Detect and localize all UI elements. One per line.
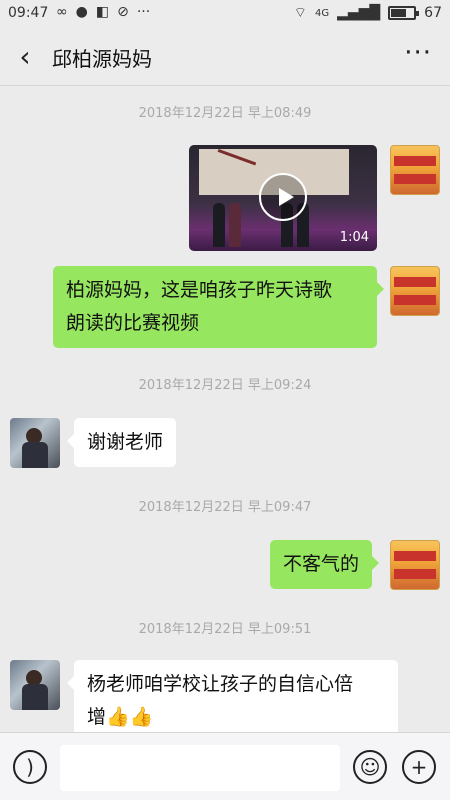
plus-icon[interactable]: + <box>402 750 436 784</box>
shield-app-icon: ◧ <box>95 4 110 20</box>
network-label: 4G <box>314 7 330 19</box>
message-bubble[interactable]: 不客气的 <box>270 540 380 589</box>
message-timestamp: 2018年12月22日 早上09:47 <box>138 500 312 515</box>
message-bubble[interactable]: 杨老师咱学校让孩子的自信心倍 增👍👍 <box>67 660 398 732</box>
emoji-icon[interactable]: ☺ <box>353 750 387 784</box>
status-bar: 09:47 ∞ ● ◧ ⊘ ··· ⌔ 4G ▂▄▆█ 67 <box>0 0 450 28</box>
avatar[interactable] <box>10 660 60 710</box>
message-line: 不客气的 <box>283 553 360 575</box>
message-timestamp: 2018年12月22日 早上08:49 <box>138 106 312 121</box>
message-input[interactable] <box>60 745 340 791</box>
message-line: 杨老师咱学校让孩子的自信心倍 <box>87 673 354 695</box>
avatar[interactable] <box>390 266 440 316</box>
video-duration: 1:04 <box>339 230 369 245</box>
video-figure <box>213 203 225 247</box>
more-dots-icon: ··· <box>136 4 151 20</box>
avatar[interactable] <box>390 540 440 590</box>
message-line: 增👍👍 <box>87 706 154 728</box>
back-arrow-icon[interactable]: ‹ <box>10 40 40 74</box>
blocked-icon: ⊘ <box>117 4 129 20</box>
message-line: 朗读的比赛视频 <box>66 312 200 334</box>
battery-level <box>391 9 407 17</box>
plum-branch-graphic <box>209 148 257 188</box>
more-options-icon[interactable]: ··· <box>404 38 432 68</box>
chat-area[interactable]: 2018年12月22日 早上08:49 1:04 柏源妈妈，这是咱孩子昨天诗歌 … <box>0 86 450 732</box>
battery-icon <box>388 6 420 20</box>
avatar[interactable] <box>10 418 60 468</box>
signal-icon: ▂▄▆█ <box>337 5 381 21</box>
status-left-icons: ∞ ● ◧ ⊘ ··· <box>56 4 150 20</box>
message-timestamp: 2018年12月22日 早上09:24 <box>138 378 312 393</box>
message-line: 柏源妈妈，这是咱孩子昨天诗歌 <box>66 279 333 301</box>
message-timestamp: 2018年12月22日 早上09:51 <box>138 622 312 637</box>
message-line: 谢谢老师 <box>87 431 164 453</box>
chat-header: ‹ 邱柏源妈妈 ··· <box>0 28 450 86</box>
message-bubble[interactable]: 柏源妈妈，这是咱孩子昨天诗歌 朗读的比赛视频 <box>53 266 384 348</box>
video-figure <box>229 203 241 247</box>
video-message[interactable]: 1:04 <box>189 145 377 251</box>
input-bar: ) ☺ + <box>0 732 450 800</box>
page-title: 邱柏源妈妈 <box>52 47 152 71</box>
play-icon[interactable] <box>259 173 307 221</box>
wifi-icon: ⌔ <box>293 5 307 21</box>
infinity-icon: ∞ <box>56 4 68 20</box>
avatar[interactable] <box>390 145 440 195</box>
voice-icon[interactable]: ) <box>13 750 47 784</box>
status-time: 09:47 <box>8 5 49 21</box>
message-bubble[interactable]: 谢谢老师 <box>66 418 177 467</box>
chat-bubble-icon: ● <box>75 4 88 20</box>
battery-percent: 67 <box>424 5 442 21</box>
status-right-icons: ⌔ 4G ▂▄▆█ 67 <box>294 4 442 22</box>
